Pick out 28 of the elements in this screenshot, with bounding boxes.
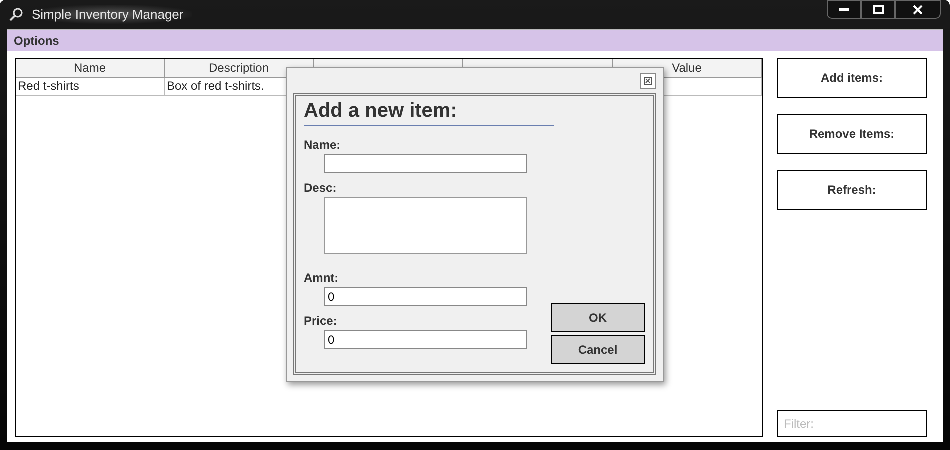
input-field[interactable] bbox=[324, 197, 527, 254]
filter-field[interactable]: Filter: bbox=[777, 410, 927, 437]
field-label: Amnt: bbox=[304, 271, 340, 285]
action-button[interactable]: Refresh: bbox=[777, 170, 927, 210]
minimize-button[interactable] bbox=[827, 0, 861, 19]
maximize-icon bbox=[872, 5, 884, 14]
input-field[interactable]: 0 bbox=[324, 287, 527, 306]
field-label: Price: bbox=[304, 314, 338, 328]
close-icon bbox=[644, 77, 652, 85]
menu-item[interactable]: Options bbox=[14, 34, 60, 48]
action-button[interactable]: Remove Items: bbox=[777, 114, 927, 154]
window-title: Simple Inventory Manager bbox=[30, 5, 192, 24]
column-header[interactable]: Name bbox=[16, 59, 165, 78]
field-label: Desc: bbox=[304, 181, 338, 195]
action-button[interactable]: Add items: bbox=[777, 58, 927, 98]
close-button[interactable] bbox=[640, 73, 656, 89]
maximize-button[interactable] bbox=[861, 0, 895, 19]
dialog-button[interactable]: OK bbox=[551, 303, 645, 332]
input-field[interactable]: 0 bbox=[324, 330, 527, 349]
table-cell: Red t-shirts bbox=[16, 78, 165, 96]
dialog-button[interactable]: Cancel bbox=[551, 335, 645, 364]
close-button[interactable] bbox=[895, 0, 941, 19]
dialog-heading: Add a new item: bbox=[304, 100, 554, 126]
input-field[interactable] bbox=[324, 154, 527, 173]
search-icon bbox=[9, 7, 24, 22]
minimize-icon bbox=[839, 8, 849, 12]
close-icon bbox=[913, 4, 923, 14]
field-label: Name: bbox=[304, 138, 342, 152]
